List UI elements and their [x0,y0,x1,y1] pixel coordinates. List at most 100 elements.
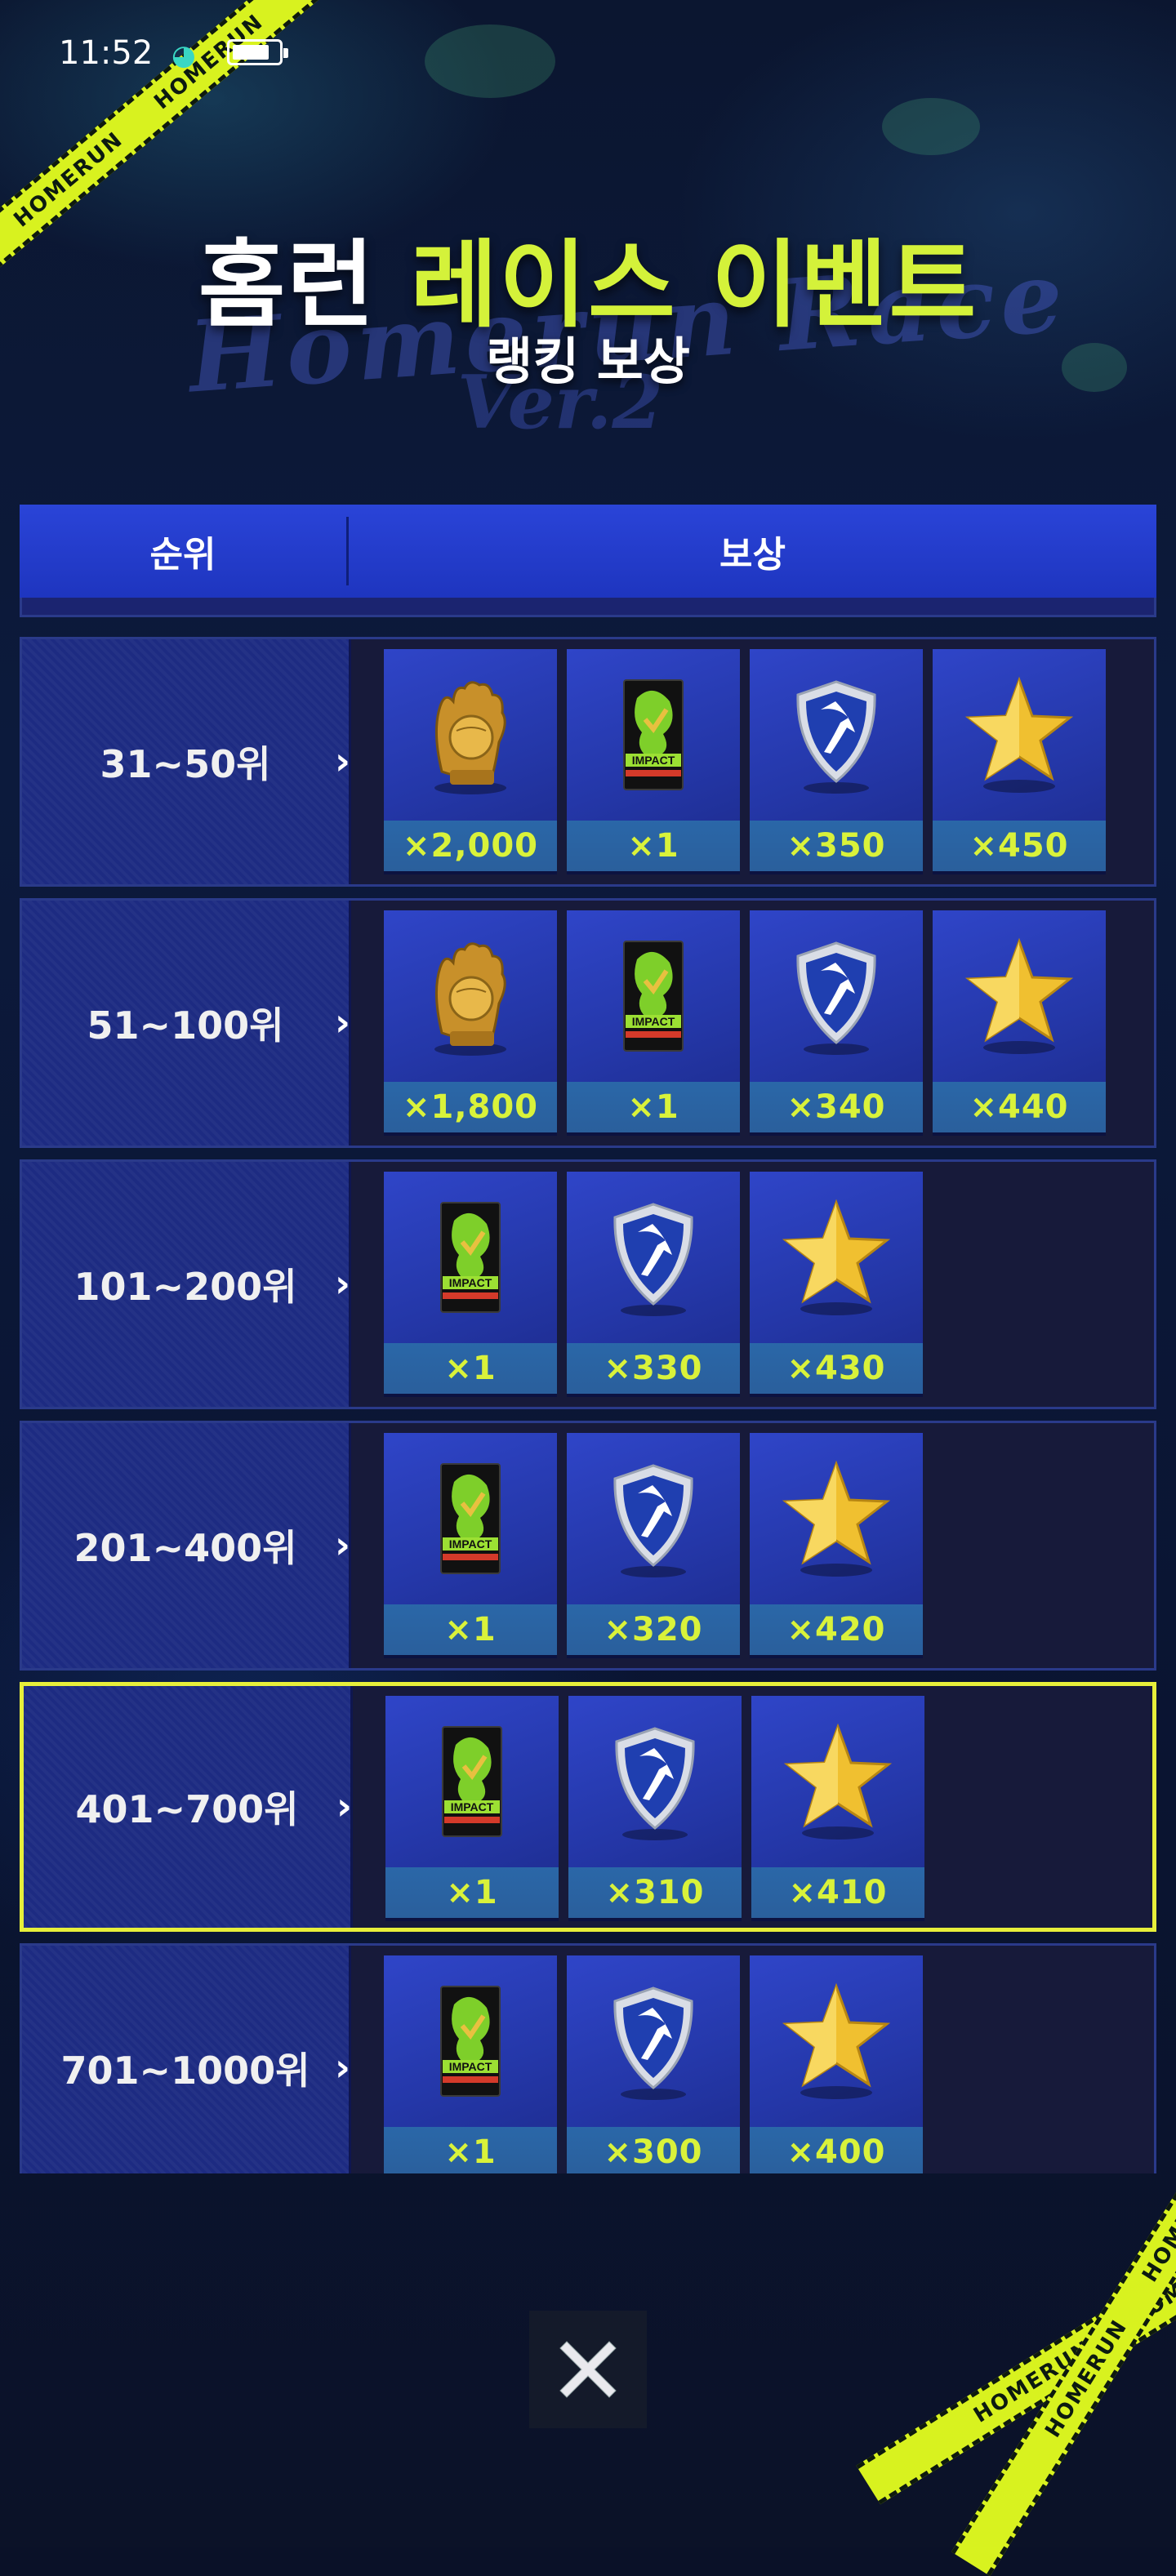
star-icon [751,1696,924,1867]
reward-item[interactable]: IMPACT ×1 [567,649,740,871]
close-icon [559,2341,617,2398]
reward-quantity: ×1,800 [384,1082,557,1132]
impact-pack-icon: IMPACT [384,1172,557,1343]
star-icon [750,1172,923,1343]
table-row: 701~1000위 › IMPACT ×1 ×300 ×400 [20,1943,1156,2173]
status-bar: 11:52 ◕ [0,0,1176,106]
reward-quantity: ×1 [384,2127,557,2173]
svg-text:IMPACT: IMPACT [449,1276,492,1289]
reward-item[interactable]: IMPACT ×1 [385,1696,559,1918]
svg-text:IMPACT: IMPACT [632,754,675,767]
rank-label: 31~50위 [100,742,271,786]
reward-quantity: ×420 [750,1604,923,1655]
rank-label: 101~200위 [74,1265,297,1309]
reward-items: IMPACT ×1 ×300 ×400 [351,1946,923,2173]
rank-cell: 201~400위 › [22,1423,351,1668]
table-row: 201~400위 › IMPACT ×1 ×320 ×420 [20,1421,1156,1671]
chevron-right-icon: › [335,2044,350,2089]
reward-items: IMPACT ×1 ×330 ×430 [351,1162,923,1407]
rank-cell: 51~100위 › [22,901,351,1146]
reward-item[interactable]: IMPACT ×1 [567,910,740,1132]
battery-icon [227,39,288,65]
reward-item[interactable]: IMPACT ×1 [384,1955,557,2173]
rank-cell: 401~700위 › [24,1686,353,1928]
reward-item[interactable]: IMPACT ×1 [384,1172,557,1394]
reward-quantity: ×350 [750,821,923,871]
chevron-right-icon: › [335,1522,350,1567]
reward-quantity: ×320 [567,1604,740,1655]
rank-label: 51~100위 [87,1003,284,1048]
reward-item[interactable]: ×400 [750,1955,923,2173]
shield-badge-icon [567,1433,740,1604]
reward-quantity: ×450 [933,821,1106,871]
reward-quantity: ×410 [751,1867,924,1918]
status-time: 11:52 [59,34,154,72]
shield-badge-icon [750,649,923,821]
reward-item[interactable]: ×330 [567,1172,740,1394]
star-icon [750,1433,923,1604]
reward-item[interactable]: ×1,800 [384,910,557,1132]
reward-quantity: ×330 [567,1343,740,1394]
reward-quantity: ×1 [384,1343,557,1394]
reward-quantity: ×2,000 [384,821,557,871]
reward-quantity: ×400 [750,2127,923,2173]
rank-cell: 31~50위 › [22,639,351,884]
star-icon [750,1955,923,2127]
reward-quantity: ×1 [384,1604,557,1655]
reward-items: IMPACT ×1 ×310 ×410 [353,1686,924,1928]
reward-item[interactable]: ×320 [567,1433,740,1655]
reward-quantity: ×1 [567,1082,740,1132]
impact-pack-icon: IMPACT [567,649,740,821]
paint-splash [882,98,980,155]
rank-label: 201~400위 [74,1526,297,1570]
column-header-rank: 순위 [149,534,216,576]
reward-item[interactable]: ×350 [750,649,923,871]
reward-item[interactable]: ×300 [567,1955,740,2173]
impact-pack-icon: IMPACT [385,1696,559,1867]
svg-text:IMPACT: IMPACT [449,1537,492,1550]
table-row: 401~700위 › IMPACT ×1 ×310 ×410 [20,1682,1156,1932]
impact-pack-icon: IMPACT [384,1433,557,1604]
reward-quantity: ×1 [567,821,740,871]
table-row: 101~200위 › IMPACT ×1 ×330 ×430 [20,1159,1156,1409]
reward-quantity: ×310 [568,1867,742,1918]
close-button[interactable] [529,2311,647,2428]
golden-glove-icon [384,649,557,821]
svg-text:IMPACT: IMPACT [449,2060,492,2073]
reward-item[interactable]: ×410 [751,1696,924,1918]
reward-item[interactable]: ×340 [750,910,923,1132]
reward-list[interactable]: 31~50위 › ×2,000 IMPACT ×1 ×350 ×450 51~100위 › ×1,… [20,598,1156,2173]
reward-item[interactable]: ×420 [750,1433,923,1655]
rank-label: 401~700위 [75,1787,299,1831]
reward-quantity: ×1 [385,1867,559,1918]
reward-items: IMPACT ×1 ×320 ×420 [351,1423,923,1668]
chevron-right-icon: › [335,738,350,783]
golden-glove-icon [384,910,557,1082]
reward-quantity: ×430 [750,1343,923,1394]
table-header: 순위 보상 [20,505,1156,598]
reward-quantity: ×440 [933,1082,1106,1132]
reward-items: ×1,800 IMPACT ×1 ×340 ×440 [351,901,1106,1146]
chevron-right-icon: › [336,1783,352,1828]
star-icon [933,649,1106,821]
page-subtitle: 랭킹 보상 [486,331,690,391]
chevron-right-icon: › [335,1261,350,1306]
shield-badge-icon [750,910,923,1082]
wifi-icon: ◕ [172,39,196,72]
reward-quantity: ×340 [750,1082,923,1132]
chevron-right-icon: › [335,999,350,1044]
rank-cell: 101~200위 › [22,1162,351,1407]
shield-badge-icon [567,1172,740,1343]
svg-text:IMPACT: IMPACT [632,1015,675,1028]
reward-item[interactable]: ×430 [750,1172,923,1394]
reward-item[interactable]: ×440 [933,910,1106,1132]
reward-items: ×2,000 IMPACT ×1 ×350 ×450 [351,639,1106,884]
rank-label: 701~1000위 [60,2049,310,2093]
table-row: 51~100위 › ×1,800 IMPACT ×1 ×340 ×440 [20,898,1156,1148]
shield-badge-icon [568,1696,742,1867]
reward-item[interactable]: ×450 [933,649,1106,871]
impact-pack-icon: IMPACT [567,910,740,1082]
reward-item[interactable]: IMPACT ×1 [384,1433,557,1655]
reward-item[interactable]: ×310 [568,1696,742,1918]
reward-item[interactable]: ×2,000 [384,649,557,871]
